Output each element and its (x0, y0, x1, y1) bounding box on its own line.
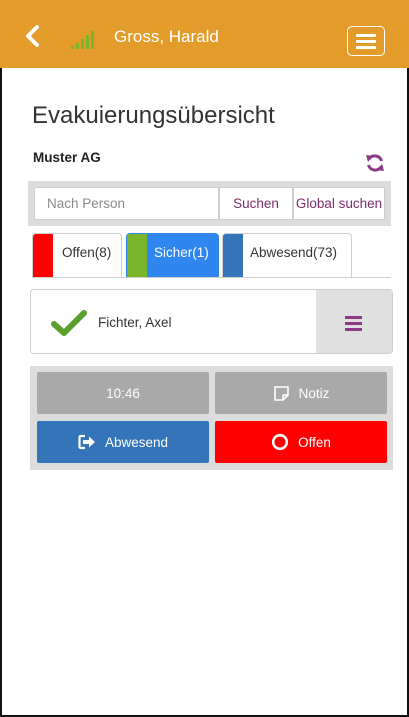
tab-abwesend[interactable]: Abwesend(73) (222, 233, 352, 277)
global-search-button[interactable]: Global suchen (293, 187, 385, 220)
tab-offen-color-swatch (33, 234, 53, 277)
hamburger-menu-icon[interactable] (347, 26, 385, 56)
tab-sicher-label: Sicher(1) (154, 245, 209, 260)
company-name: Muster AG (33, 150, 101, 165)
person-options-menu-icon[interactable] (316, 290, 392, 353)
note-icon (273, 385, 289, 401)
person-name: Fichter, Axel (98, 315, 172, 330)
top-bar: Gross, Harald (0, 0, 409, 68)
tab-abwesend-label: Abwesend(73) (250, 245, 338, 260)
person-list-item[interactable]: Fichter, Axel (30, 289, 393, 354)
mark-away-button[interactable]: Abwesend (37, 421, 209, 463)
check-icon (51, 309, 87, 337)
time-button[interactable]: 10:46 (37, 372, 209, 414)
note-label: Notiz (298, 385, 330, 401)
note-button[interactable]: Notiz (215, 372, 387, 414)
person-search-input[interactable] (34, 187, 219, 220)
search-panel: Suchen Global suchen (28, 181, 391, 226)
time-label: 10:46 (106, 385, 140, 401)
refresh-icon[interactable] (365, 153, 385, 173)
mark-open-button[interactable]: Offen (215, 421, 387, 463)
signal-strength-icon (70, 30, 98, 50)
current-user-name: Gross, Harald (114, 27, 219, 46)
sign-out-icon (78, 434, 95, 450)
tab-abwesend-color-swatch (223, 234, 243, 277)
person-action-panel: 10:46 Notiz Abwesend Offen (30, 366, 393, 470)
tab-offen[interactable]: Offen(8) (32, 233, 122, 277)
page-title: Evakuierungsübersicht (32, 102, 275, 129)
open-label: Offen (298, 434, 331, 450)
away-label: Abwesend (104, 434, 169, 450)
circle-icon (272, 433, 289, 451)
tab-offen-label: Offen(8) (62, 245, 112, 260)
search-button[interactable]: Suchen (219, 187, 293, 220)
tab-sicher-color-swatch (127, 234, 147, 277)
tab-sicher[interactable]: Sicher(1) (126, 233, 219, 277)
back-chevron-icon[interactable] (22, 24, 44, 48)
tabs-divider (32, 277, 391, 278)
